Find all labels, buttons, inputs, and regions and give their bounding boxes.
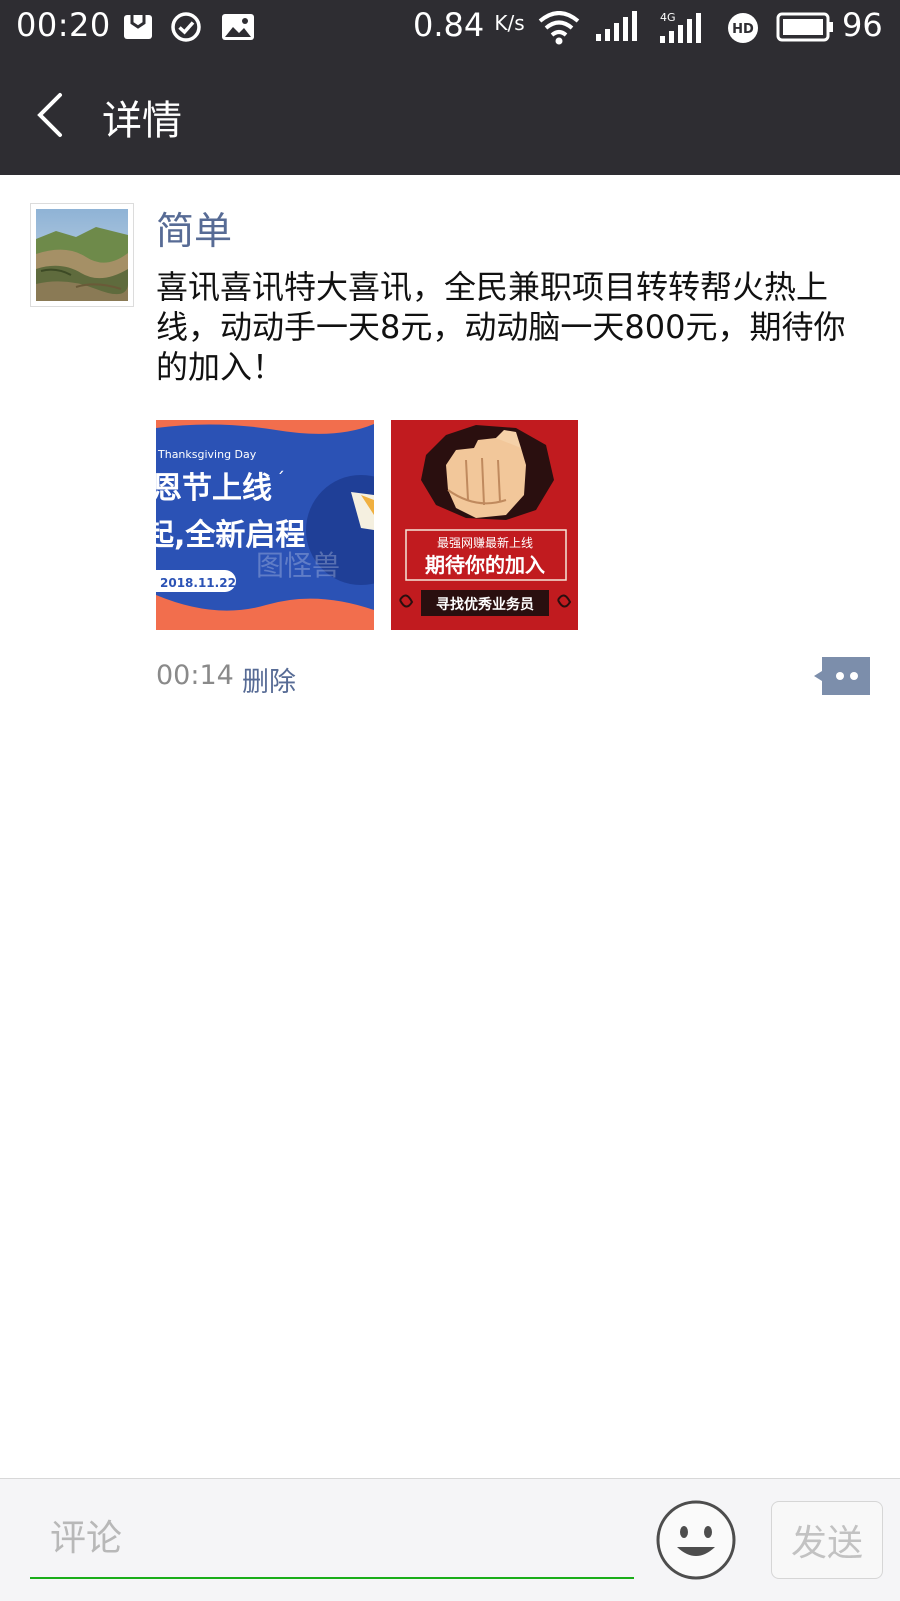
image-icon: [222, 14, 254, 40]
network-type-label: 4G: [660, 11, 676, 24]
network-speed-unit: K/s: [494, 11, 525, 35]
comment-action-icon[interactable]: [814, 657, 870, 695]
image2-main-line: 期待你的加入: [425, 553, 545, 577]
svg-text:ˊ: ˊ: [276, 469, 285, 490]
avatar-image: [36, 209, 128, 301]
emoji-icon[interactable]: [655, 1499, 737, 1581]
image2-bottom-line: 寻找优秀业务员: [436, 596, 534, 613]
mail-icon: [124, 15, 152, 39]
back-arrow-icon[interactable]: [30, 87, 70, 143]
status-time: 00:20: [16, 6, 111, 44]
image1-line1: 恩节上线: [156, 471, 272, 506]
post-image-1[interactable]: Thanksgiving Day 恩节上线 ˊ 起,全新启程 图怪兽 2018.…: [156, 420, 374, 630]
top-bar: 00:20 0.84 K/s 4G HD 96 详情: [0, 0, 900, 175]
comment-bar: 发送: [0, 1478, 900, 1601]
send-button[interactable]: 发送: [771, 1501, 883, 1579]
post-image-recruit: 最强网赚最新上线 期待你的加入 寻找优秀业务员: [386, 420, 584, 630]
comment-input[interactable]: [48, 1509, 612, 1567]
post-image-2[interactable]: 最强网赚最新上线 期待你的加入 寻找优秀业务员: [386, 420, 604, 630]
image1-caption-en: Thanksgiving Day: [157, 448, 257, 461]
hd-icon: HD: [728, 13, 758, 43]
post-time: 00:14: [156, 660, 234, 691]
network-speed-value: 0.84: [413, 6, 485, 44]
author-name[interactable]: 简单: [156, 200, 232, 255]
image1-watermark: 图怪兽: [256, 549, 340, 582]
page-title: 详情: [102, 98, 182, 144]
post-image-thanksgiving: Thanksgiving Day 恩节上线 ˊ 起,全新启程 图怪兽 2018.…: [156, 420, 374, 630]
status-bar: 00:20 0.84 K/s 4G HD 96: [0, 0, 900, 55]
wifi-icon: [538, 11, 580, 45]
battery-icon: [776, 12, 833, 42]
svg-text:HD: HD: [732, 22, 754, 37]
network-speed: 0.84 K/s: [413, 6, 525, 44]
delete-link[interactable]: 删除: [242, 660, 296, 699]
nav-bar: 详情: [0, 55, 900, 175]
image1-date: 2018.11.22: [160, 576, 236, 590]
post-text: 喜讯喜讯特大喜讯，全民兼职项目转转帮火热上线，动动手一天8元，动动脑一天800元…: [156, 268, 846, 386]
signal-4g-icon: 4G: [660, 11, 701, 43]
avatar[interactable]: [30, 203, 134, 307]
check-circle-icon: [171, 12, 201, 42]
comment-field[interactable]: [30, 1497, 634, 1579]
image2-top-line: 最强网赚最新上线: [437, 535, 533, 550]
battery-level: 96: [842, 6, 883, 44]
image1-line2: 起,全新启程: [156, 518, 305, 553]
signal-icon: [596, 11, 637, 41]
